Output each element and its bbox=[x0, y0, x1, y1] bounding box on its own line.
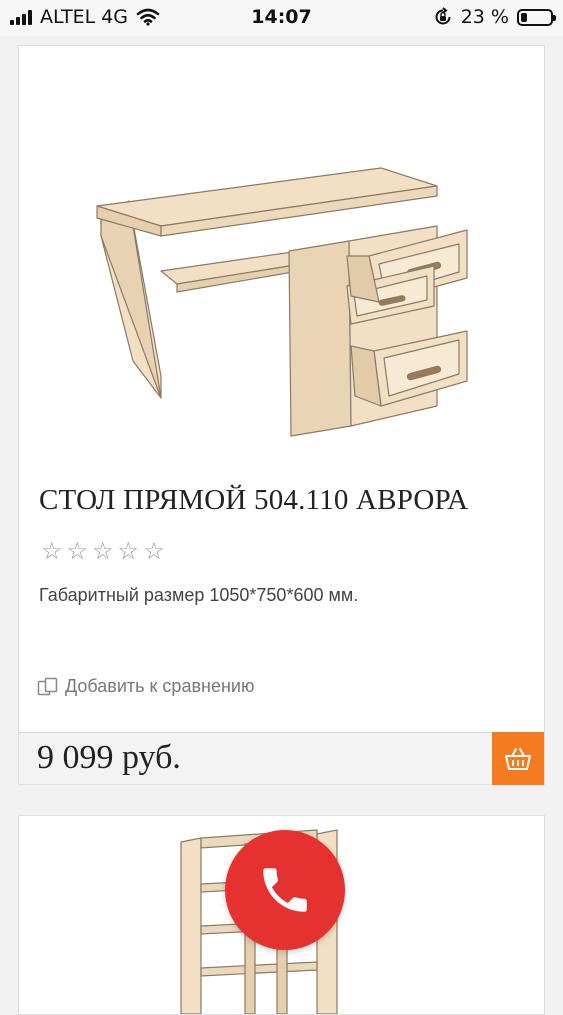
battery-fill bbox=[521, 12, 527, 22]
product-image-desk[interactable] bbox=[89, 106, 499, 456]
basket-icon bbox=[505, 747, 531, 770]
star-icon[interactable]: ☆ bbox=[41, 540, 63, 564]
status-bar: ALTEL 4G 14:07 23 % bbox=[0, 0, 563, 36]
product-price: 9 099 руб. bbox=[37, 739, 181, 776]
carrier-label: ALTEL 4G bbox=[40, 6, 129, 28]
star-icon[interactable]: ☆ bbox=[92, 540, 114, 564]
battery-icon bbox=[517, 8, 556, 26]
product-description: Габаритный размер 1050*750*600 мм. bbox=[39, 585, 359, 605]
add-to-compare-link[interactable]: Добавить к сравнению bbox=[37, 676, 254, 697]
compare-label: Добавить к сравнению bbox=[65, 676, 255, 696]
orientation-lock-icon bbox=[435, 7, 451, 25]
star-icon[interactable]: ☆ bbox=[143, 540, 165, 564]
compare-icon bbox=[37, 677, 58, 695]
product-title[interactable]: СТОЛ ПРЯМОЙ 504.110 АВРОРА bbox=[39, 484, 529, 517]
rating-stars[interactable]: ☆ ☆ ☆ ☆ ☆ bbox=[41, 540, 165, 564]
battery-percent: 23 % bbox=[460, 6, 509, 28]
cellular-signal-icon bbox=[10, 9, 32, 25]
phone-icon bbox=[263, 868, 307, 912]
price-bar: 9 099 руб. bbox=[19, 732, 544, 785]
star-icon[interactable]: ☆ bbox=[67, 540, 89, 564]
wifi-icon bbox=[136, 8, 160, 26]
add-to-cart-button[interactable] bbox=[492, 732, 544, 785]
star-icon[interactable]: ☆ bbox=[118, 540, 140, 564]
product-card: СТОЛ ПРЯМОЙ 504.110 АВРОРА ☆ ☆ ☆ ☆ ☆ Габ… bbox=[18, 45, 545, 785]
call-button[interactable] bbox=[225, 830, 345, 950]
